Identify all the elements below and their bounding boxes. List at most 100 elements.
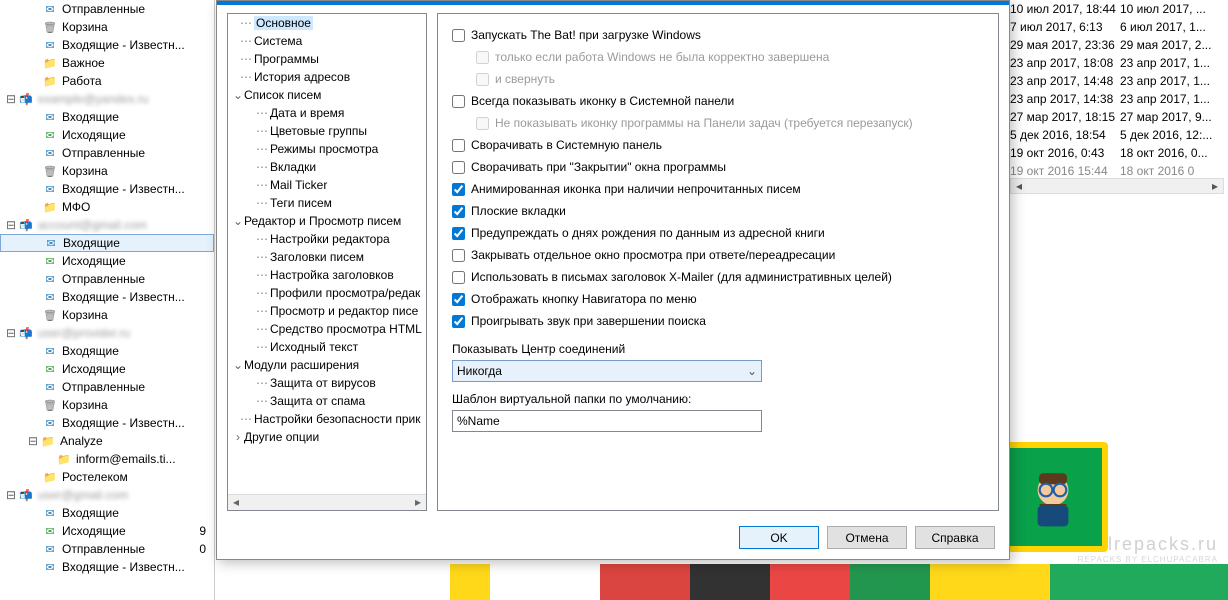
tree-item[interactable]: ⋯Заголовки писем [228,248,426,266]
tree-item[interactable]: ⋯Основное [228,14,426,32]
tree-item[interactable]: ⋯Профили просмотра/редак [228,284,426,302]
tree-item[interactable]: ⋯Исходный текст [228,338,426,356]
expand-icon[interactable]: ⊟ [4,92,18,106]
folder-item[interactable]: 🗑Корзина [0,396,214,414]
opt-minimize-on-close[interactable]: Сворачивать при "Закрытии" окна программ… [452,156,984,178]
checkbox[interactable] [452,183,465,196]
account-row[interactable]: ⊟📬account@gmail.com [0,216,214,234]
expand-icon[interactable]: ⌄ [232,214,244,228]
folder-item[interactable]: ⊟📁Analyze [0,432,214,450]
folder-item[interactable]: 📁inform@emails.ti... [0,450,214,468]
folder-item[interactable]: ✉Входящие [0,234,214,252]
opt-navigator-btn[interactable]: Отображать кнопку Навигатора по меню [452,288,984,310]
folder-item[interactable]: ✉Входящие - Известн... [0,414,214,432]
settings-tree[interactable]: ⋯Основное⋯Система⋯Программы⋯История адре… [227,13,427,511]
folder-item[interactable]: ✉Исходящие9 [0,522,214,540]
checkbox[interactable] [452,139,465,152]
opt-close-viewer[interactable]: Закрывать отдельное окно просмотра при о… [452,244,984,266]
tree-item[interactable]: ⋯Программы [228,50,426,68]
folder-item[interactable]: ✉Входящие [0,504,214,522]
opt-birthday-warn[interactable]: Предупреждать о днях рождения по данным … [452,222,984,244]
tree-item[interactable]: ⋯Настройка заголовков [228,266,426,284]
checkbox[interactable] [452,205,465,218]
expand-icon[interactable]: ⌄ [232,358,244,372]
folder-item[interactable]: 📁Работа [0,72,214,90]
folder-item[interactable]: ✉Исходящие [0,126,214,144]
checkbox[interactable] [452,29,465,42]
folder-item[interactable]: ✉Отправленные [0,144,214,162]
tree-hscroll[interactable]: ◂▸ [228,494,426,510]
tree-item[interactable]: ⌄Модули расширения [228,356,426,374]
checkbox[interactable] [452,271,465,284]
folder-item[interactable]: ✉Входящие [0,342,214,360]
account-row[interactable]: ⊟📬user@provider.ru [0,324,214,342]
tree-item[interactable]: ⋯Дата и время [228,104,426,122]
tree-item[interactable]: ⋯Защита от спама [228,392,426,410]
expand-icon[interactable]: › [232,430,244,444]
tree-item[interactable]: ⋯Средство просмотра HTML [228,320,426,338]
messages-hscroll[interactable]: ◂▸ [1010,178,1224,194]
opt-flat-tabs[interactable]: Плоские вкладки [452,200,984,222]
expand-icon[interactable]: ⌄ [232,88,244,102]
tree-item[interactable]: ⋯Теги писем [228,194,426,212]
tree-item[interactable]: ⋯Вкладки [228,158,426,176]
help-button[interactable]: Справка [915,526,995,549]
opt-minimize-tray[interactable]: Сворачивать в Системную панель [452,134,984,156]
tree-item[interactable]: ⋯Цветовые группы [228,122,426,140]
folder-item[interactable]: 📁Важное [0,54,214,72]
folder-item[interactable]: ✉Входящие - Известн... [0,180,214,198]
tree-item[interactable]: ⋯Mail Ticker [228,176,426,194]
folder-item[interactable]: ✉Входящие [0,108,214,126]
checkbox[interactable] [452,227,465,240]
expand-icon[interactable]: ⊟ [4,218,18,232]
checkbox[interactable] [452,315,465,328]
folder-item[interactable]: ✉Входящие - Известн... [0,36,214,54]
folder-item[interactable]: ✉Входящие - Известн... [0,558,214,576]
tree-item[interactable]: ⋯История адресов [228,68,426,86]
ok-button[interactable]: OK [739,526,819,549]
expand-icon[interactable]: ⊟ [28,434,40,448]
checkbox[interactable] [452,293,465,306]
opt-animated-icon[interactable]: Анимированная иконка при наличии непрочи… [452,178,984,200]
expand-icon[interactable]: ⊟ [4,488,18,502]
checkbox[interactable] [452,249,465,262]
opt-launch-on-startup[interactable]: Запускать The Bat! при загрузке Windows [452,24,984,46]
folder-tree[interactable]: ✉Отправленные 🗑Корзина ✉Входящие - Извес… [0,0,215,600]
folder-item[interactable]: ✉Отправленные [0,270,214,288]
tree-item[interactable]: ⋯Режимы просмотра [228,140,426,158]
tree-item[interactable]: ⋯Защита от вирусов [228,374,426,392]
expand-icon[interactable]: ⊟ [4,326,18,340]
folder-item[interactable]: 📁МФО [0,198,214,216]
vfolder-template-input[interactable] [452,410,762,432]
account-row[interactable]: ⊟📬example@yandex.ru [0,90,214,108]
tree-item[interactable]: ⋯Просмотр и редактор писе [228,302,426,320]
opt-search-sound[interactable]: Проигрывать звук при завершении поиска [452,310,984,332]
scroll-left-icon[interactable]: ◂ [1011,179,1027,193]
folder-item[interactable]: ✉Отправленные [0,0,214,18]
opt-xmailer[interactable]: Использовать в письмах заголовок X-Maile… [452,266,984,288]
folder-item[interactable]: 🗑Корзина [0,18,214,36]
scroll-right-icon[interactable]: ▸ [1207,179,1223,193]
tree-item[interactable]: ⌄Редактор и Просмотр писем [228,212,426,230]
folder-item[interactable]: ✉Исходящие [0,252,214,270]
tree-item[interactable]: ⋯Система [228,32,426,50]
folder-item[interactable]: ✉Входящие - Известн... [0,288,214,306]
folder-item[interactable]: 🗑Корзина [0,306,214,324]
checkbox[interactable] [452,95,465,108]
checkbox[interactable] [452,161,465,174]
account-row[interactable]: ⊟📬user@gmail.com [0,486,214,504]
tree-item[interactable]: ⋯Настройки редактора [228,230,426,248]
opt-tray-icon[interactable]: Всегда показывать иконку в Системной пан… [452,90,984,112]
folder-item[interactable]: ✉Отправленные0 [0,540,214,558]
tree-item[interactable]: ⋯Настройки безопасности прик [228,410,426,428]
folder-item[interactable]: ✉Исходящие [0,360,214,378]
scroll-right-icon[interactable]: ▸ [410,495,426,510]
folder-item[interactable]: 🗑Корзина [0,162,214,180]
cancel-button[interactable]: Отмена [827,526,907,549]
tree-item[interactable]: ⌄Список писем [228,86,426,104]
folder-item[interactable]: 📁Ростелеком [0,468,214,486]
scroll-left-icon[interactable]: ◂ [228,495,244,510]
tree-item[interactable]: ›Другие опции [228,428,426,446]
connection-center-combo[interactable]: Никогда ⌄ [452,360,762,382]
folder-item[interactable]: ✉Отправленные [0,378,214,396]
